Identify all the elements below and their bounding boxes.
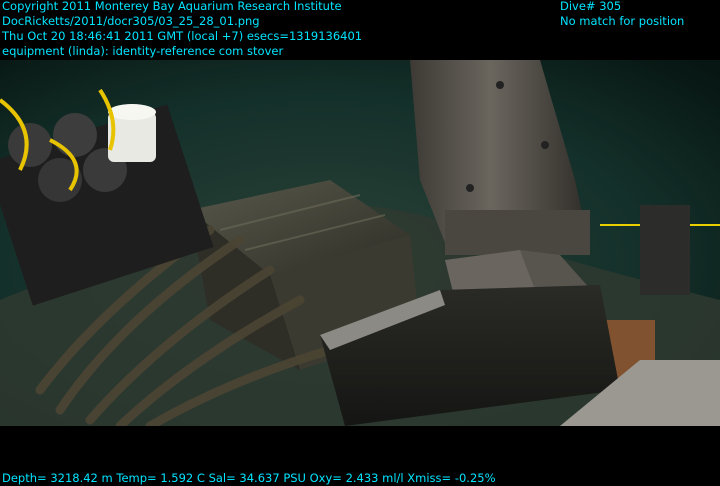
copyright-line: Copyright 2011 Monterey Bay Aquarium Res… (2, 0, 342, 13)
equipment-line: equipment (linda): identity-reference co… (2, 44, 284, 58)
arm-bolt (496, 81, 504, 89)
white-bucket-rim (108, 104, 156, 120)
frame-metadata: Copyright 2011 Monterey Bay Aquarium Res… (2, 0, 362, 59)
arm-wrist (445, 210, 590, 255)
timestamp-line: Thu Oct 20 18:46:41 2011 GMT (local +7) … (2, 29, 363, 43)
image-path-line: DocRicketts/2011/docr305/03_25_28_01.png (2, 14, 260, 28)
sensor-readout: Depth= 3218.42 m Temp= 1.592 C Sal= 34.6… (2, 471, 496, 485)
arm-bolt (466, 184, 474, 192)
dive-info: Dive# 305 No match for position (560, 0, 684, 29)
instrument-canister (8, 123, 52, 167)
dive-number: Dive# 305 (560, 0, 622, 13)
instrument-canister (53, 113, 97, 157)
arm-bolt (541, 141, 549, 149)
position-status: No match for position (560, 14, 685, 28)
right-side-equipment (640, 205, 690, 295)
seafloor-camera-view (0, 60, 720, 426)
